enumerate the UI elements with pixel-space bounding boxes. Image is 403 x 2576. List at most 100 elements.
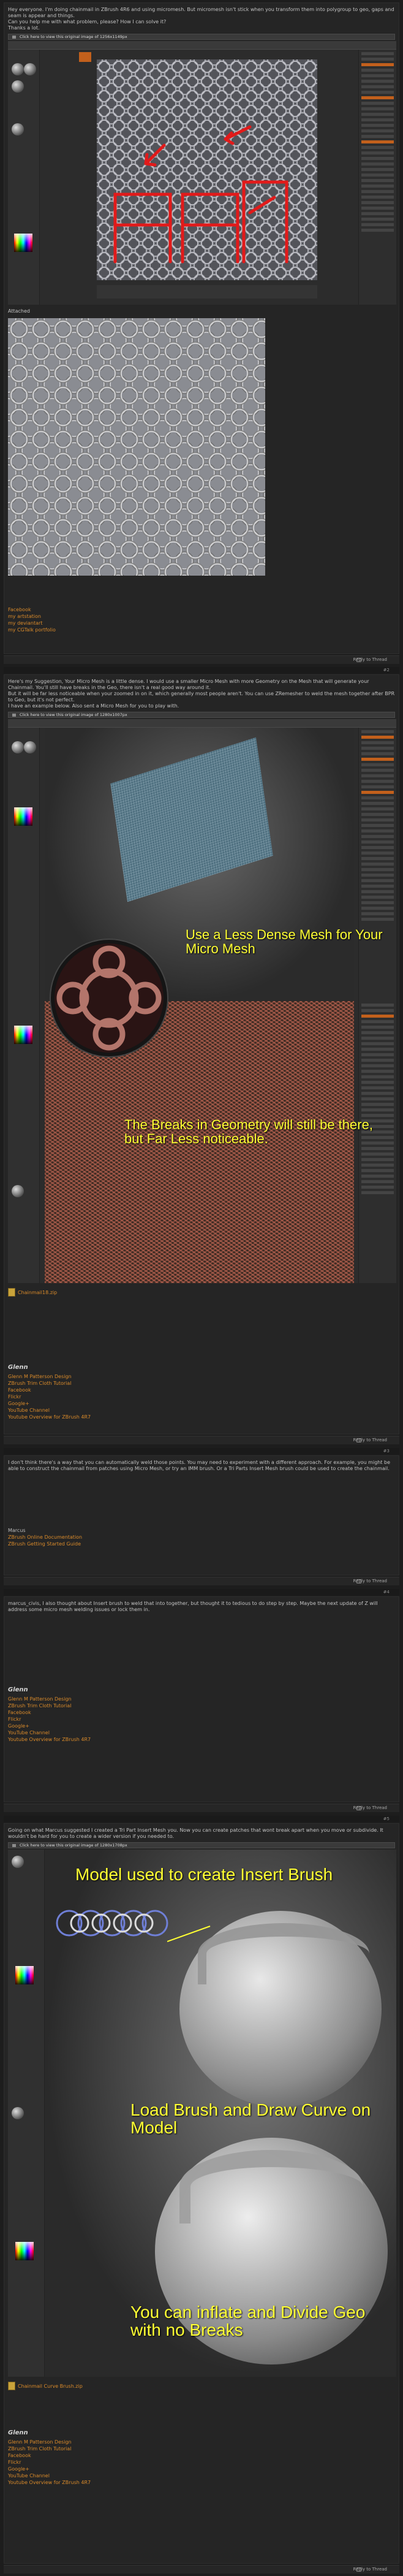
post-5-signature: Glenn Glenn M Patterson Design ZBrush Tr… bbox=[8, 2429, 395, 2486]
image-resize-notice[interactable]: Click here to view this original image o… bbox=[8, 34, 395, 40]
overlay-caption-2: Load Brush and Draw Curve on Model bbox=[130, 2100, 371, 2138]
reply-bar: Reply to Thread bbox=[4, 1436, 399, 1444]
zbrush-comparison-screenshot[interactable]: Use a Less Dense Mesh for Your Micro Mes… bbox=[8, 719, 396, 1283]
pointer-line bbox=[167, 1926, 211, 1942]
signature-link[interactable]: Google+ bbox=[8, 1723, 395, 1729]
signature-name: Marcus bbox=[8, 1528, 26, 1533]
signature-link[interactable]: my deviantart bbox=[8, 620, 395, 627]
post-4-signature: Glenn Glenn M Patterson Design ZBrush Tr… bbox=[8, 1686, 395, 1743]
brush-icon bbox=[12, 63, 24, 75]
signature-link[interactable]: Flickr bbox=[8, 1393, 395, 1400]
post-2-signature: Glenn Glenn M Patterson Design ZBrush Tr… bbox=[8, 1364, 395, 1420]
signature-link[interactable]: YouTube Channel bbox=[8, 1729, 395, 1736]
reply-to-thread-link[interactable]: Reply to Thread bbox=[353, 1805, 387, 1810]
post-text: I don't think there's a way that you can… bbox=[8, 1460, 391, 1471]
zbrush-screenshot[interactable] bbox=[8, 41, 396, 305]
post-text: Going on what Marcus suggested I created… bbox=[8, 1827, 383, 1839]
overlay-caption-3: You can inflate and Divide Geo with no B… bbox=[130, 2303, 366, 2340]
post-number: #3 bbox=[383, 1449, 390, 1454]
material-icon bbox=[12, 123, 24, 135]
post-text: marcus_civis, I also thought about Inser… bbox=[8, 1601, 378, 1612]
attachment[interactable]: Chainmail18.zip bbox=[8, 1288, 395, 1297]
zip-file-icon bbox=[8, 2382, 15, 2390]
post-3: I don't think there's a way that you can… bbox=[4, 1455, 399, 1576]
signature-link[interactable]: ZBrush Trim Cloth Tutorial bbox=[8, 2445, 395, 2452]
signature-link[interactable]: ZBrush Trim Cloth Tutorial bbox=[8, 1380, 395, 1387]
color-picker-icon bbox=[14, 234, 32, 252]
reply-to-thread-link[interactable]: Reply to Thread bbox=[353, 1579, 387, 1583]
zbrush-bottom-shelf bbox=[97, 285, 317, 299]
draw-button bbox=[79, 52, 91, 62]
signature-link[interactable]: ZBrush Online Documentation bbox=[8, 1534, 395, 1541]
post-2: Here's my Suggestion, Your Micro Mesh is… bbox=[4, 674, 399, 1435]
post-meta-bar: #4 bbox=[4, 1589, 399, 1595]
signature-link[interactable]: Facebook bbox=[8, 606, 395, 613]
overlay-caption-1: Model used to create Insert Brush bbox=[75, 1865, 333, 1884]
attached-caption: Attached bbox=[8, 308, 30, 314]
brush-icon bbox=[12, 1856, 24, 1868]
chainmail-render-image[interactable] bbox=[8, 318, 265, 576]
signature-link[interactable]: YouTube Channel bbox=[8, 2472, 395, 2479]
alpha-icon bbox=[12, 80, 24, 93]
zbrush-right-palette bbox=[358, 50, 396, 305]
attachment[interactable]: Chainmail Curve Brush.zip bbox=[8, 2382, 395, 2390]
signature-name: Glenn bbox=[8, 2429, 28, 2436]
forum-thread-page: Hey everyone. I'm doing chainmail in ZBr… bbox=[0, 0, 403, 2576]
overlay-caption-top: Use a Less Dense Mesh for Your Micro Mes… bbox=[186, 927, 383, 957]
signature-link[interactable]: YouTube Channel bbox=[8, 1407, 395, 1414]
attachment-link[interactable]: Chainmail18.zip bbox=[18, 1289, 57, 1296]
signature-link[interactable]: Youtube Overview for ZBrush 4R7 bbox=[8, 1736, 395, 1743]
reply-to-thread-link[interactable]: Reply to Thread bbox=[353, 2567, 387, 2572]
signature-link[interactable]: ZBrush Trim Cloth Tutorial bbox=[8, 1702, 395, 1709]
signature-link[interactable]: Flickr bbox=[8, 1716, 395, 1723]
post-text: Hey everyone. I'm doing chainmail in ZBr… bbox=[8, 7, 394, 18]
zbrush-left-shelf bbox=[8, 1850, 45, 2377]
reply-to-thread-link[interactable]: Reply to Thread bbox=[353, 1438, 387, 1442]
signature-link[interactable]: Glenn M Patterson Design bbox=[8, 2439, 395, 2445]
post-3-signature: Marcus ZBrush Online Documentation ZBrus… bbox=[8, 1527, 395, 1547]
post-text: Can you help me with what problem, pleas… bbox=[8, 19, 167, 25]
signature-link[interactable]: Google+ bbox=[8, 2466, 395, 2472]
signature-name: Glenn bbox=[8, 1364, 28, 1371]
reply-bar: Reply to Thread bbox=[4, 2565, 399, 2574]
brush-icon bbox=[12, 2107, 24, 2119]
chain-curve-stroke bbox=[198, 1923, 369, 1984]
signature-link[interactable]: Flickr bbox=[8, 2459, 395, 2466]
stroke-icon bbox=[24, 741, 36, 753]
signature-link[interactable]: Glenn M Patterson Design bbox=[8, 1373, 395, 1380]
signature-link[interactable]: ZBrush Getting Started Guide bbox=[8, 1541, 395, 1547]
signature-link[interactable]: my CGTalk portfolio bbox=[8, 627, 395, 633]
signature-link[interactable]: Google+ bbox=[8, 1400, 395, 1407]
zoom-inset bbox=[51, 940, 167, 1056]
signature-link[interactable]: my artstation bbox=[8, 613, 395, 620]
signature-link[interactable]: Facebook bbox=[8, 2452, 395, 2459]
post-1-signature: Facebook my artstation my deviantart my … bbox=[8, 606, 395, 633]
reply-to-thread-link[interactable]: Reply to Thread bbox=[353, 657, 387, 662]
reply-bar: Reply to Thread bbox=[4, 655, 399, 664]
insert-brush-screenshot[interactable]: Model used to create Insert Brush Load B… bbox=[8, 1850, 396, 2377]
post-text: But it will be far less noticeable when … bbox=[8, 691, 395, 703]
stroke-icon bbox=[24, 63, 36, 75]
color-picker-icon bbox=[15, 1966, 34, 1984]
overlay-caption-bottom: The Breaks in Geometry will still be the… bbox=[124, 1117, 373, 1147]
post-meta-bar: #2 bbox=[4, 667, 399, 673]
signature-link[interactable]: Youtube Overview for ZBrush 4R7 bbox=[8, 2479, 395, 2486]
color-picker-icon bbox=[14, 807, 32, 826]
post-1-body: Hey everyone. I'm doing chainmail in ZBr… bbox=[8, 7, 395, 31]
signature-link[interactable]: Youtube Overview for ZBrush 4R7 bbox=[8, 1414, 395, 1420]
post-text: Here's my Suggestion, Your Micro Mesh is… bbox=[8, 679, 369, 690]
signature-link[interactable]: Glenn M Patterson Design bbox=[8, 1696, 395, 1702]
zbrush-right-palette bbox=[358, 728, 396, 1001]
signature-link[interactable]: Facebook bbox=[8, 1387, 395, 1393]
signature-link[interactable]: Facebook bbox=[8, 1709, 395, 1716]
chain-link-closeup-icon bbox=[56, 945, 162, 1051]
reply-bar: Reply to Thread bbox=[4, 1577, 399, 1585]
image-resize-notice[interactable]: Click here to view this original image o… bbox=[8, 1842, 395, 1848]
image-resize-notice[interactable]: Click here to view this original image o… bbox=[8, 712, 395, 718]
attachment-link[interactable]: Chainmail Curve Brush.zip bbox=[18, 2383, 83, 2390]
zbrush-toolbar bbox=[8, 41, 396, 50]
zbrush-toolbar bbox=[8, 719, 396, 728]
chain-curve-stroke bbox=[179, 2150, 363, 2224]
reply-bar: Reply to Thread bbox=[4, 1804, 399, 1812]
post-4: marcus_civis, I also thought about Inser… bbox=[4, 1596, 399, 1802]
